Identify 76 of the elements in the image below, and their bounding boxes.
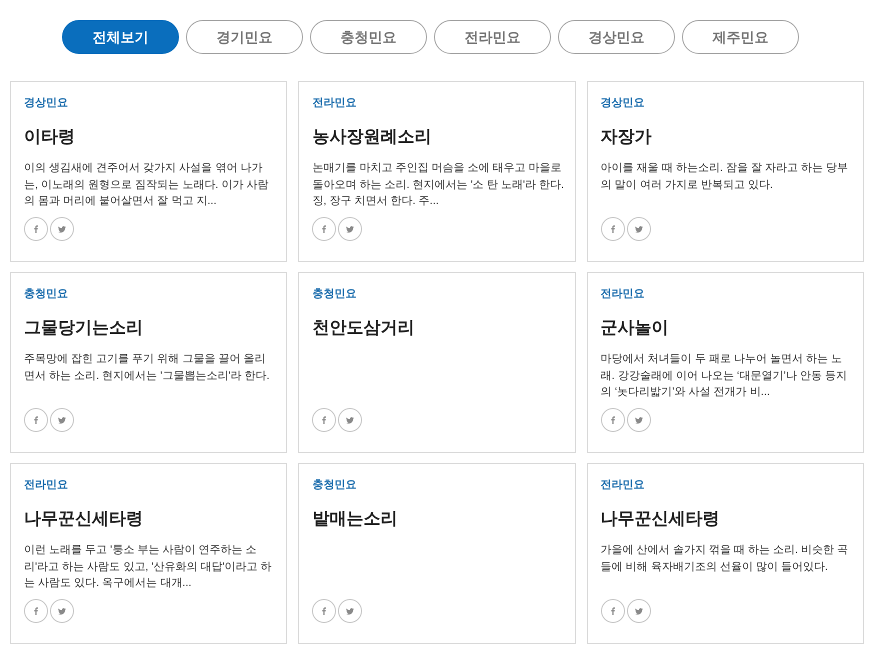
category-label: 충청민요	[312, 287, 356, 302]
letter-f-icon	[610, 225, 615, 233]
song-description: 아이를 재울 때 하는소리. 잠을 잘 자라고 하는 당부의 말이 여러 가지로 반복되고 있다.	[600, 161, 850, 192]
song-description: 마당에서 처녀들이 두 패로 나누어 놀면서 하는 노래. 강강술래에 이어 나오는 ‘대문열기’나 안동 등지의 ‘놋다리밟기’와 사설 전개가 비...	[600, 352, 848, 400]
song-description: 가을에 산에서 솔가지 꺾을 때 하는 소리. 비슷한 곡들에 비해 육자배기조의 선율이 많이 들어있다.	[600, 543, 850, 574]
bird-icon	[346, 608, 354, 614]
share-button[interactable]	[626, 217, 651, 241]
category-label: 전라민요	[24, 478, 68, 493]
song-title: 나무꾼신세타령	[600, 508, 720, 530]
share-button[interactable]	[338, 408, 362, 432]
song-card[interactable]: 충청민요 천안도삼거리	[298, 272, 576, 453]
letter-f-icon	[610, 607, 615, 615]
region-tab[interactable]: 전라민요	[434, 20, 551, 54]
song-title: 이타령	[24, 126, 75, 148]
song-title: 군사놀이	[600, 317, 669, 339]
letter-f-icon	[322, 225, 326, 233]
share-button[interactable]	[626, 408, 651, 432]
region-tab[interactable]: 제주민요	[682, 20, 799, 54]
region-tab[interactable]: 경상민요	[558, 20, 675, 54]
category-label: 경상민요	[600, 96, 645, 111]
region-tab[interactable]: 전체보기	[62, 20, 179, 54]
category-label: 충청민요	[24, 287, 68, 302]
song-description: 이런 노래를 두고 '퉁소 부는 사람이 연주하는 소리'라고 하는 사람도 있고, '산유화의 대답'이라고 하는 사람도 있다. 옥구에서는 대개...	[24, 543, 273, 591]
share-button[interactable]	[50, 217, 74, 241]
bird-icon	[58, 416, 66, 424]
region-tab[interactable]: 충청민요	[310, 20, 427, 54]
bird-icon	[346, 226, 354, 232]
share-button[interactable]	[600, 217, 625, 241]
song-description: 논매기를 마치고 주인집 머슴을 소에 태우고 마을로 돌아오며 하는 소리. 현지에서는 '소 탄 노래'라 한다. 징, 장구 치면서 한다. 주...	[312, 161, 564, 209]
bird-icon	[634, 226, 643, 232]
song-description: 이의 생김새에 견주어서 갖가지 사설을 엮어 나가는, 이노래의 원형으로 짐작되는 노래다. 이가 사람의 몸과 머리에 붙어살면서 잘 먹고 지...	[24, 161, 270, 209]
share-button[interactable]	[24, 599, 48, 623]
letter-f-icon	[322, 607, 326, 615]
category-label: 전라민요	[600, 287, 645, 302]
share-button[interactable]	[50, 599, 74, 623]
share-button[interactable]	[312, 408, 336, 432]
song-card[interactable]: 전라민요 농사장원례소리 논매기를 마치고 주인집 머슴을 소에 태우고 마을로 돌아오며 하는 소리. 현지에서는 '소 탄 노래'라 한다. 징, 장구 치면서 한다. 주...	[298, 81, 576, 262]
song-title: 밭매는소리	[312, 508, 398, 530]
share-button[interactable]	[600, 408, 625, 432]
region-tab[interactable]: 경기민요	[186, 20, 303, 54]
bird-icon	[634, 416, 643, 424]
song-card[interactable]: 전라민요 나무꾼신세타령 가을에 산에서 솔가지 꺾을 때 하는 소리. 비슷한 곡들에 비해 육자배기조의 선율이 많이 들어있다.	[586, 463, 864, 644]
letter-f-icon	[34, 225, 38, 233]
bird-icon	[346, 416, 354, 424]
letter-f-icon	[34, 607, 38, 615]
share-button[interactable]	[338, 599, 362, 623]
bird-icon	[634, 608, 643, 614]
share-button[interactable]	[626, 599, 651, 623]
song-title: 나무꾼신세타령	[24, 508, 143, 530]
letter-f-icon	[34, 416, 38, 424]
share-button[interactable]	[600, 599, 625, 623]
share-button[interactable]	[312, 599, 336, 623]
letter-f-icon	[322, 416, 326, 424]
song-title: 천안도삼거리	[312, 317, 414, 339]
share-button[interactable]	[50, 408, 74, 432]
song-card[interactable]: 경상민요 자장가 아이를 재울 때 하는소리. 잠을 잘 자라고 하는 당부의 말이 여러 가지로 반복되고 있다.	[586, 81, 864, 262]
letter-f-icon	[610, 416, 615, 424]
bird-icon	[58, 226, 66, 232]
category-label: 전라민요	[312, 96, 356, 111]
category-label: 전라민요	[600, 478, 645, 493]
category-label: 경상민요	[24, 96, 68, 111]
song-card[interactable]: 충청민요 그물당기는소리 주목망에 잡힌 고기를 푸기 위해 그물을 끌어 올리면서 하는 소리. 현지에서는 '그물뽑는소리'라 한다.	[10, 272, 288, 453]
song-card[interactable]: 전라민요 군사놀이 마당에서 처녀들이 두 패로 나누어 놀면서 하는 노래. 강강술래에 이어 나오는 ‘대문열기’나 안동 등지의 ‘놋다리밟기’와 사설 전개가 비...	[586, 272, 864, 453]
song-title: 농사장원례소리	[312, 126, 432, 148]
share-button[interactable]	[24, 408, 48, 432]
share-button[interactable]	[312, 217, 336, 241]
song-description: 주목망에 잡힌 고기를 푸기 위해 그물을 끌어 올리면서 하는 소리. 현지에서는 '그물뽑는소리'라 한다.	[24, 352, 271, 384]
song-card[interactable]: 전라민요 나무꾼신세타령 이런 노래를 두고 '퉁소 부는 사람이 연주하는 소리'라고 하는 사람도 있고, '산유화의 대답'이라고 하는 사람도 있다. 옥구에서는 대개...	[10, 463, 288, 644]
share-button[interactable]	[24, 217, 48, 241]
bird-icon	[58, 608, 66, 614]
song-card[interactable]: 경상민요 이타령 이의 생김새에 견주어서 갖가지 사설을 엮어 나가는, 이노래의 원형으로 짐작되는 노래다. 이가 사람의 몸과 머리에 붙어살면서 잘 먹고 지...	[10, 81, 288, 262]
song-title: 자장가	[600, 126, 652, 148]
song-title: 그물당기는소리	[24, 317, 143, 339]
share-button[interactable]	[338, 217, 362, 241]
song-card[interactable]: 충청민요 밭매는소리	[298, 463, 576, 644]
category-label: 충청민요	[312, 478, 356, 493]
